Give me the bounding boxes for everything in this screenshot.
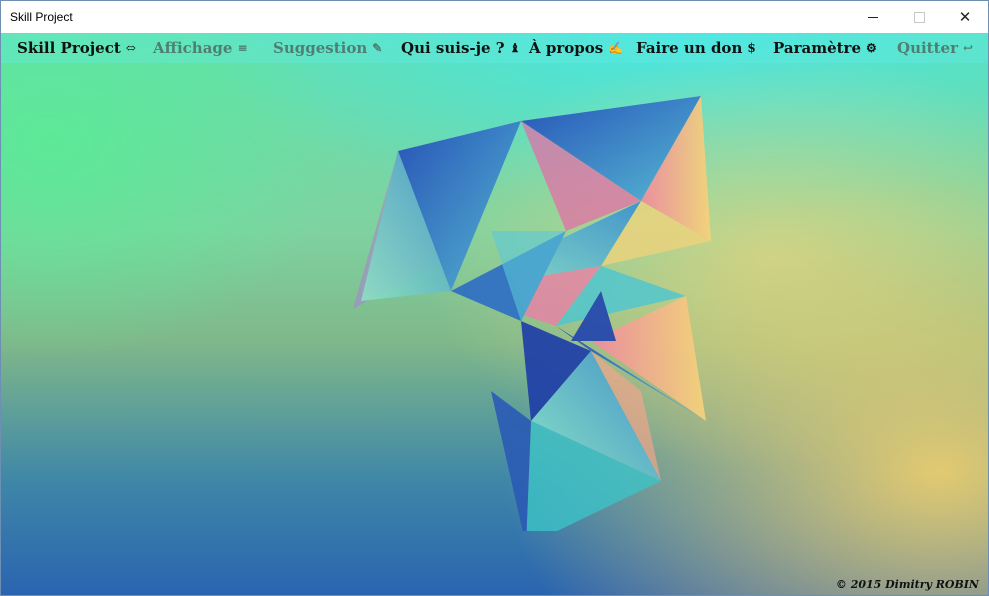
menu-label: À propos [529,39,604,57]
window-controls: ✕ [850,1,988,33]
list-icon: ≡ [237,41,248,55]
window-title: Skill Project [10,10,73,24]
chess-piece-icon: ♝ [509,41,521,55]
copyright-text: © 2015 Dimitry ROBIN [835,578,979,591]
pencil-icon: ✎ [372,41,383,55]
app-window: Skill Project ✕ Skill Project ⬄ Affichag… [0,0,989,596]
menu-bar: Skill Project ⬄ Affichage ≡ Suggestion ✎… [1,33,988,63]
menu-parametre[interactable]: Paramètre ⚙ [773,33,877,63]
menu-label: Qui suis-je ? [401,39,505,57]
menu-label: Paramètre [773,39,862,57]
exit-icon: ↩ [962,41,974,55]
menu-label: Quitter [897,39,958,57]
menu-label: Affichage [153,39,233,57]
menu-faire-un-don[interactable]: Faire un don $ [636,33,756,63]
link-icon: ⬄ [125,41,136,55]
close-icon: ✕ [958,8,972,26]
title-bar[interactable]: Skill Project ✕ [1,1,988,33]
minimize-button[interactable] [850,1,896,33]
maximize-button[interactable] [896,1,942,33]
menu-suggestion[interactable]: Suggestion ✎ [273,33,382,63]
close-button[interactable]: ✕ [942,1,988,33]
menu-label: Faire un don [636,39,743,57]
dollar-icon: $ [747,41,756,55]
menu-a-propos[interactable]: À propos ✍ [529,33,623,63]
menu-affichage[interactable]: Affichage ≡ [153,33,248,63]
menu-label: Skill Project [17,39,121,57]
menu-qui-suis-je[interactable]: Qui suis-je ? ♝ [401,33,520,63]
crystal-artwork [353,96,711,531]
hand-icon: ✍ [608,41,624,55]
maximize-icon [913,11,925,23]
menu-skill-project[interactable]: Skill Project ⬄ [17,33,136,63]
menu-label: Suggestion [273,39,368,57]
main-content: Skill Project ⬄ Affichage ≡ Suggestion ✎… [1,33,988,595]
gear-icon: ⚙ [866,41,877,55]
minimize-icon [868,16,878,18]
menu-quitter[interactable]: Quitter ↩ [897,33,973,63]
